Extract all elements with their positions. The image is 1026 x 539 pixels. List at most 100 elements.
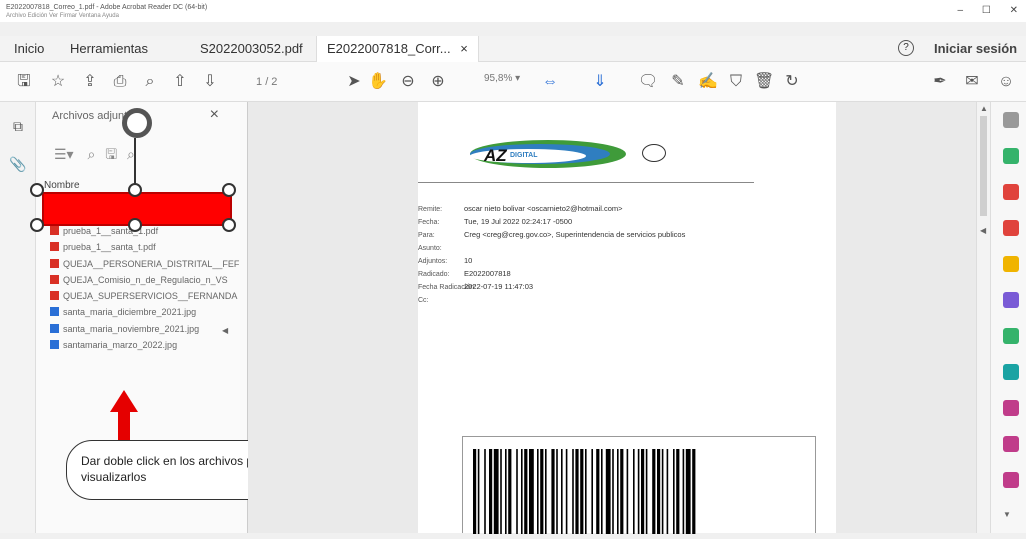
metadata-row: Adjuntos: 10: [418, 256, 685, 269]
attachment-item[interactable]: QUEJA_SUPERSERVICIOS__FERNANDA: [50, 291, 240, 307]
main-toolbar: 🖫 ☆ ⇪ ⎙ ⌕ ⇧ ⇩ 1 / 2 ➤ ✋ ⊖ ⊕ 95,8% ▾ ⇔ ⇓ …: [0, 62, 1026, 102]
tab-inicio[interactable]: Inicio: [14, 41, 44, 56]
attachment-item[interactable]: prueba_1__santa_t.pdf: [50, 242, 240, 258]
print-icon[interactable]: ⎙: [110, 72, 130, 92]
close-window-button[interactable]: ✕: [1010, 5, 1018, 16]
search-tool-icon[interactable]: [1003, 112, 1019, 128]
sign-in-button[interactable]: Iniciar sesión: [934, 41, 1017, 56]
combine-files-icon[interactable]: [1003, 292, 1019, 308]
hand-tool-icon[interactable]: ✋: [368, 72, 388, 92]
help-icon[interactable]: ?: [898, 40, 914, 56]
save-icon[interactable]: 🖫: [14, 72, 34, 92]
send-for-signature-icon[interactable]: [1003, 436, 1019, 452]
expand-tools-icon[interactable]: ◀: [980, 226, 986, 235]
scroll-up-icon[interactable]: ▲: [980, 104, 988, 113]
metadata-value: oscar nieto bolivar <oscarnieto2@hotmail…: [464, 204, 623, 213]
arrow-up-icon: [110, 390, 138, 412]
scroll-thumb[interactable]: [980, 116, 987, 216]
attachment-item[interactable]: QUEJA__PERSONERIA_DISTRITAL__FEF: [50, 258, 240, 275]
column-header-name[interactable]: Nombre: [44, 180, 80, 191]
comment-tool-icon[interactable]: [1003, 256, 1019, 272]
metadata-row: Fecha: Tue, 19 Jul 2022 02:24:17 -0500: [418, 217, 685, 230]
select-cursor-icon[interactable]: ➤: [344, 72, 364, 92]
metadata-value: Tue, 19 Jul 2022 02:24:17 -0500: [464, 217, 573, 226]
protect-icon[interactable]: [1003, 472, 1019, 488]
tab-document-2[interactable]: E2022007818_Corr... ×: [316, 36, 479, 62]
options-icon[interactable]: ☰▾: [54, 146, 74, 162]
attachment-item[interactable]: santa_maria_noviembre_2021.jpg: [50, 323, 240, 340]
attachment-name: santa_maria_noviembre_2021.jpg: [63, 323, 200, 334]
trash-icon[interactable]: 🗑: [754, 72, 774, 92]
logo-az-text: AZ: [484, 146, 507, 165]
image-file-icon: [50, 340, 59, 350]
rotate-icon[interactable]: ↻: [782, 72, 802, 92]
paperclip-icon[interactable]: 📎: [8, 154, 28, 174]
resize-handle: [222, 218, 236, 232]
metadata-value: 10: [464, 256, 473, 265]
metadata-label: Adjuntos:: [418, 258, 448, 265]
attachment-item[interactable]: prueba_1__santa_1.pdf: [50, 226, 240, 242]
attachment-name: prueba_1__santa_1.pdf: [63, 226, 159, 236]
chevron-down-icon: ▾: [515, 73, 521, 84]
stamp-icon[interactable]: ⛉: [726, 72, 746, 92]
metadata-label: Remite:: [418, 206, 443, 213]
save-attachment-icon[interactable]: 🖫: [105, 146, 117, 162]
star-icon[interactable]: ☆: [48, 72, 68, 92]
metadata-row: Radicado: E2022007818: [418, 269, 685, 282]
chevron-down-icon[interactable]: ▼: [1003, 510, 1011, 519]
fill-sign-icon[interactable]: ✒: [930, 72, 950, 92]
attachment-item[interactable]: santamaria_marzo_2022.jpg: [50, 340, 240, 356]
attachment-name: santa_maria_diciembre_2021.jpg: [63, 307, 197, 318]
zoom-select[interactable]: 95,8% ▾: [484, 73, 520, 84]
attachment-item[interactable]: QUEJA_Comisio_n_de_Regulacio_n_VS: [50, 274, 240, 291]
tab-document-2-label: E2022007818_Corr...: [327, 41, 451, 56]
page-number-field[interactable]: 1 / 2: [256, 73, 296, 91]
rotate-handle-icon: [122, 108, 152, 138]
pages-icon[interactable]: ⧉: [8, 116, 28, 136]
next-page-icon[interactable]: ⇩: [200, 72, 220, 92]
metadata-row: Fecha Radicación:2022-07-19 11:47:03: [418, 282, 685, 295]
metadata-value: Creg <creg@creg.gov.co>, Superintendenci…: [464, 230, 686, 239]
zoom-in-icon[interactable]: ⊕: [428, 72, 448, 92]
az-digital-logo: AZ DIGITAL: [468, 132, 628, 174]
attachment-item[interactable]: santa_maria_diciembre_2021.jpg: [50, 307, 240, 323]
maximize-button[interactable]: ☐: [982, 5, 991, 16]
comment-icon[interactable]: 🗨: [638, 72, 658, 92]
tab-bar: Inicio Herramientas S2022003052.pdf E202…: [0, 36, 1026, 62]
page-total: / 2: [265, 76, 278, 88]
tab-herramientas[interactable]: Herramientas: [70, 41, 148, 56]
edit-pdf-icon[interactable]: [1003, 220, 1019, 236]
create-pdf-icon[interactable]: [1003, 184, 1019, 200]
scroll-mode-icon[interactable]: ⇓: [590, 72, 610, 92]
resize-handle: [128, 183, 142, 197]
tab-document-1[interactable]: S2022003052.pdf: [200, 41, 303, 56]
fit-page-icon[interactable]: ⇔: [540, 72, 560, 92]
current-page[interactable]: 1: [256, 76, 262, 88]
upload-icon[interactable]: ⇪: [80, 72, 100, 92]
add-attachment-icon[interactable]: ⌕: [87, 146, 95, 162]
vertical-scrollbar[interactable]: ▲: [976, 102, 990, 533]
metadata-row: Asunto:: [418, 243, 685, 256]
minimize-button[interactable]: –: [958, 5, 964, 16]
previous-page-icon[interactable]: ⇧: [170, 72, 190, 92]
left-navigation-strip: ⧉ 📎: [0, 102, 36, 533]
export-pdf-icon[interactable]: [1003, 148, 1019, 164]
menu-bar[interactable]: Archivo Edición Ver Firmar Ventana Ayuda: [6, 13, 119, 19]
account-icon[interactable]: ☺: [996, 72, 1016, 92]
document-page: AZ DIGITAL Remite: oscar nieto bolivar <o…: [418, 102, 836, 534]
metadata-label: Radicado:: [418, 271, 450, 278]
email-icon[interactable]: ✉: [962, 72, 982, 92]
organize-pages-icon[interactable]: [1003, 328, 1019, 344]
metadata-label: Fecha Radicación:: [418, 284, 476, 291]
window-titlebar: E2022007818_Correo_1.pdf - Adobe Acrobat…: [0, 0, 1026, 22]
fill-and-sign-icon[interactable]: [1003, 400, 1019, 416]
search-icon[interactable]: ⌕: [140, 72, 160, 92]
tab-close-icon[interactable]: ×: [460, 41, 468, 56]
scan-ocr-icon[interactable]: [1003, 364, 1019, 380]
sign-icon[interactable]: ✍: [698, 72, 718, 92]
pen-icon[interactable]: ✎: [668, 72, 688, 92]
barcode: [462, 436, 816, 534]
close-icon[interactable]: ×: [210, 106, 219, 124]
pdf-file-icon: [50, 291, 59, 301]
zoom-out-icon[interactable]: ⊖: [398, 72, 418, 92]
